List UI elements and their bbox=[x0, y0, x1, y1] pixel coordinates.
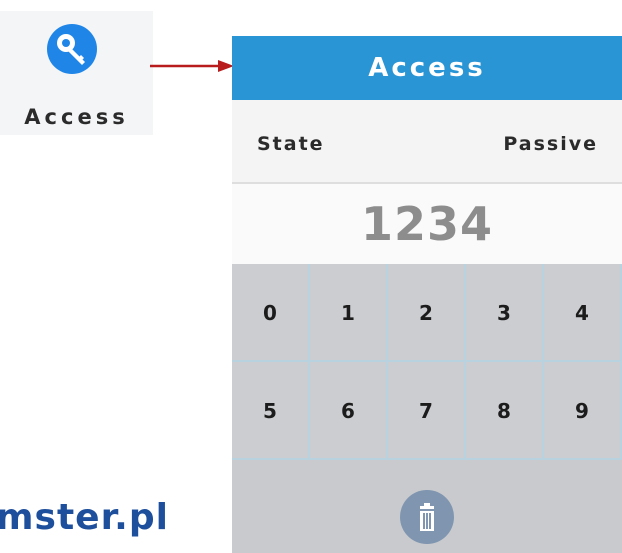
key-8[interactable]: 8 bbox=[466, 362, 544, 460]
keypad: 0 1 2 3 4 5 6 7 8 9 bbox=[232, 264, 622, 460]
panel-title: Access bbox=[232, 36, 622, 100]
access-panel: Access State Passive 1234 0 1 2 3 4 5 6 … bbox=[232, 36, 622, 553]
key-7[interactable]: 7 bbox=[388, 362, 466, 460]
state-label: State bbox=[257, 133, 325, 155]
key-6[interactable]: 6 bbox=[310, 362, 388, 460]
pointer-arrow-icon bbox=[150, 60, 234, 72]
watermark-text: mster.pl bbox=[0, 497, 169, 538]
trash-icon bbox=[420, 503, 434, 531]
key-icon bbox=[47, 24, 97, 74]
code-display: 1234 bbox=[232, 184, 622, 264]
key-0[interactable]: 0 bbox=[232, 264, 310, 362]
key-5[interactable]: 5 bbox=[232, 362, 310, 460]
key-2[interactable]: 2 bbox=[388, 264, 466, 362]
state-value: Passive bbox=[503, 133, 598, 155]
key-3[interactable]: 3 bbox=[466, 264, 544, 362]
key-9[interactable]: 9 bbox=[544, 362, 622, 460]
access-app-tile[interactable]: Access bbox=[0, 11, 153, 135]
delete-button[interactable] bbox=[400, 490, 454, 544]
app-tile-label: Access bbox=[24, 105, 129, 129]
key-4[interactable]: 4 bbox=[544, 264, 622, 362]
key-1[interactable]: 1 bbox=[310, 264, 388, 362]
delete-row bbox=[232, 460, 622, 553]
state-row[interactable]: State Passive bbox=[232, 100, 622, 184]
